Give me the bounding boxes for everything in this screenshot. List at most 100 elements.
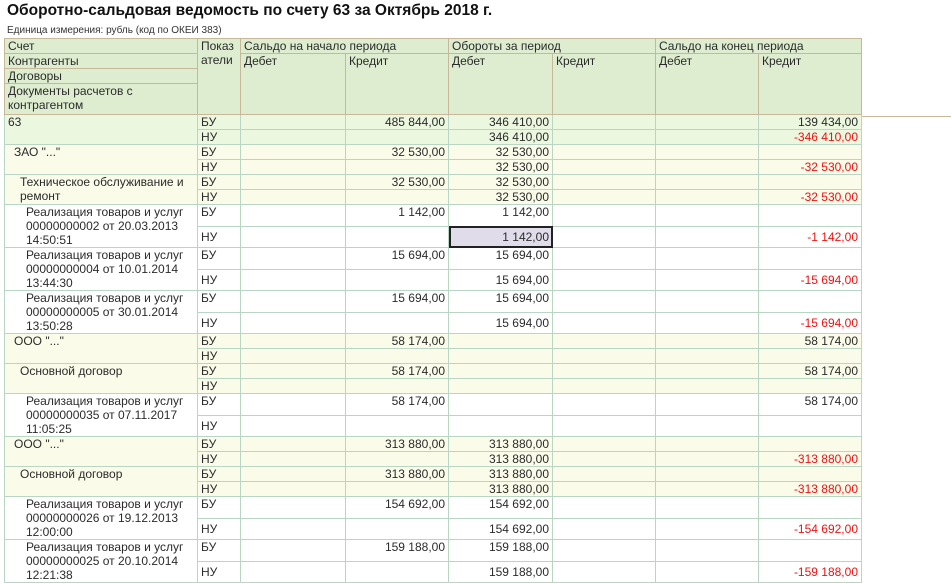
cell-closing-credit[interactable]: 58 174,00 <box>758 363 862 379</box>
cell-opening-debit[interactable] <box>240 268 346 291</box>
cell-closing-debit[interactable] <box>655 189 759 205</box>
cell-closing-credit[interactable]: 139 434,00 <box>758 114 862 130</box>
cell-closing-credit[interactable] <box>758 174 862 190</box>
cell-turnover-debit[interactable]: 1 142,00 <box>448 204 553 227</box>
row-label[interactable]: Реализация товаров и услуг 00000000025 о… <box>4 539 198 583</box>
cell-turnover-credit[interactable] <box>552 414 656 437</box>
cell-opening-debit[interactable] <box>240 290 346 313</box>
cell-closing-credit[interactable] <box>758 290 862 313</box>
cell-closing-credit[interactable]: 58 174,00 <box>758 393 862 416</box>
cell-closing-debit[interactable] <box>655 517 759 540</box>
row-label[interactable]: Реализация товаров и услуг 00000000005 о… <box>4 290 198 334</box>
cell-closing-credit[interactable] <box>758 414 862 437</box>
cell-opening-debit[interactable] <box>240 378 346 394</box>
cell-turnover-credit[interactable] <box>552 290 656 313</box>
cell-turnover-debit[interactable]: 313 880,00 <box>448 466 553 482</box>
cell-turnover-credit[interactable] <box>552 247 656 270</box>
cell-turnover-credit[interactable] <box>552 268 656 291</box>
cell-turnover-credit[interactable] <box>552 378 656 394</box>
cell-opening-credit[interactable]: 313 880,00 <box>345 436 449 452</box>
cell-turnover-credit[interactable] <box>552 189 656 205</box>
cell-closing-debit[interactable] <box>655 466 759 482</box>
header-closing-debit[interactable]: Дебет <box>655 53 759 115</box>
cell-closing-credit[interactable]: 58 174,00 <box>758 333 862 349</box>
indicator-nu[interactable]: НУ <box>197 129 241 145</box>
cell-opening-credit[interactable]: 58 174,00 <box>345 333 449 349</box>
cell-turnover-debit[interactable]: 32 530,00 <box>448 174 553 190</box>
cell-turnover-credit[interactable] <box>552 348 656 364</box>
table-row[interactable]: Основной договор БУ 313 880,00 313 880,00 <box>4 466 862 497</box>
indicator-nu[interactable]: НУ <box>197 481 241 497</box>
cell-closing-credit[interactable]: -32 530,00 <box>758 189 862 205</box>
cell-closing-debit[interactable] <box>655 481 759 497</box>
cell-turnover-debit[interactable] <box>448 333 553 349</box>
cell-opening-credit[interactable] <box>345 451 449 467</box>
cell-opening-credit[interactable]: 159 188,00 <box>345 539 449 562</box>
cell-turnover-debit[interactable]: 159 188,00 <box>448 539 553 562</box>
header-account[interactable]: Счет <box>4 38 198 54</box>
indicator-bu[interactable]: БУ <box>197 204 241 227</box>
indicator-bu[interactable]: БУ <box>197 174 241 190</box>
header-documents[interactable]: Документы расчетов с контрагентом <box>4 83 198 115</box>
cell-turnover-credit[interactable] <box>552 174 656 190</box>
cell-closing-debit[interactable] <box>655 436 759 452</box>
table-row[interactable]: Реализация товаров и услуг 00000000002 о… <box>4 204 862 248</box>
cell-turnover-debit[interactable]: 1 142,00 <box>448 225 553 248</box>
cell-opening-credit[interactable]: 15 694,00 <box>345 290 449 313</box>
cell-turnover-credit[interactable] <box>552 451 656 467</box>
row-label[interactable]: ЗАО "..." <box>4 144 198 175</box>
cell-closing-debit[interactable] <box>655 174 759 190</box>
cell-opening-credit[interactable]: 154 692,00 <box>345 496 449 519</box>
cell-opening-debit[interactable] <box>240 333 346 349</box>
cell-turnover-debit[interactable] <box>448 378 553 394</box>
table-row[interactable]: Техническое обслуживание и ремонт БУ 32 53… <box>4 174 862 205</box>
indicator-nu[interactable]: НУ <box>197 560 241 583</box>
cell-opening-credit[interactable]: 15 694,00 <box>345 247 449 270</box>
cell-opening-debit[interactable] <box>240 496 346 519</box>
cell-opening-debit[interactable] <box>240 247 346 270</box>
cell-turnover-credit[interactable] <box>552 114 656 130</box>
cell-closing-credit[interactable]: -346 410,00 <box>758 129 862 145</box>
header-turnover-credit[interactable]: Кредит <box>552 53 656 115</box>
cell-turnover-debit[interactable]: 15 694,00 <box>448 247 553 270</box>
cell-closing-debit[interactable] <box>655 560 759 583</box>
header-turnover[interactable]: Обороты за период <box>448 38 656 54</box>
header-closing-balance[interactable]: Сальдо на конец периода <box>655 38 862 54</box>
cell-opening-debit[interactable] <box>240 225 346 248</box>
cell-opening-debit[interactable] <box>240 348 346 364</box>
header-turnover-debit[interactable]: Дебет <box>448 53 553 115</box>
cell-turnover-credit[interactable] <box>552 144 656 160</box>
cell-turnover-credit[interactable] <box>552 225 656 248</box>
cell-opening-debit[interactable] <box>240 393 346 416</box>
cell-opening-debit[interactable] <box>240 159 346 175</box>
cell-closing-debit[interactable] <box>655 496 759 519</box>
indicator-bu[interactable]: БУ <box>197 333 241 349</box>
cell-turnover-debit[interactable] <box>448 363 553 379</box>
cell-turnover-debit[interactable]: 15 694,00 <box>448 290 553 313</box>
cell-closing-debit[interactable] <box>655 114 759 130</box>
cell-turnover-debit[interactable]: 346 410,00 <box>448 129 553 145</box>
cell-turnover-credit[interactable] <box>552 129 656 145</box>
cell-turnover-debit[interactable]: 346 410,00 <box>448 114 553 130</box>
cell-turnover-credit[interactable] <box>552 363 656 379</box>
cell-closing-debit[interactable] <box>655 129 759 145</box>
cell-closing-credit[interactable] <box>758 144 862 160</box>
cell-opening-debit[interactable] <box>240 204 346 227</box>
cell-closing-debit[interactable] <box>655 333 759 349</box>
cell-turnover-credit[interactable] <box>552 393 656 416</box>
cell-turnover-debit[interactable]: 15 694,00 <box>448 268 553 291</box>
cell-turnover-debit[interactable]: 32 530,00 <box>448 189 553 205</box>
indicator-bu[interactable]: БУ <box>197 496 241 519</box>
cell-closing-debit[interactable] <box>655 225 759 248</box>
indicator-bu[interactable]: БУ <box>197 247 241 270</box>
table-row[interactable]: ЗАО "..." БУ 32 530,00 32 530,00 <box>4 144 862 175</box>
cell-opening-credit[interactable] <box>345 268 449 291</box>
cell-closing-credit[interactable]: -313 880,00 <box>758 451 862 467</box>
cell-closing-credit[interactable] <box>758 466 862 482</box>
cell-turnover-debit[interactable]: 159 188,00 <box>448 560 553 583</box>
indicator-bu[interactable]: БУ <box>197 363 241 379</box>
table-row[interactable]: ООО "..." БУ 58 174,00 58 174,00 <box>4 333 862 364</box>
cell-closing-credit[interactable] <box>758 378 862 394</box>
cell-opening-debit[interactable] <box>240 481 346 497</box>
cell-closing-debit[interactable] <box>655 393 759 416</box>
